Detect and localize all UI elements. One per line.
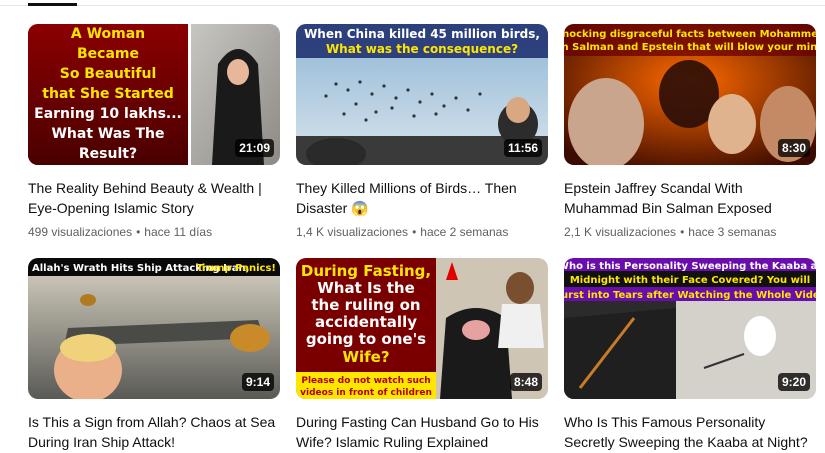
thumb-text-line: So Beautiful <box>60 66 157 82</box>
video-grid-page: A Woman Became So Beautiful that She Sta… <box>0 0 825 453</box>
meta-separator: • <box>680 225 685 239</box>
video-card[interactable]: A Woman Became So Beautiful that She Sta… <box>28 24 280 240</box>
duration-badge: 9:14 <box>241 373 274 391</box>
upload-age: hace 2 semanas <box>420 225 509 239</box>
thumb-text-line: When China killed 45 million birds, <box>304 27 540 41</box>
thumb-text-line: Result? <box>79 146 137 162</box>
thumb-text-line: What was the consequence? <box>326 42 518 56</box>
video-thumbnail[interactable]: During Fasting, What Is the the ruling o… <box>296 258 548 399</box>
video-metadata: 499 visualizaciones • hace 11 días <box>28 224 280 240</box>
video-title[interactable]: During Fasting Can Husband Go to His Wif… <box>296 412 548 452</box>
view-count: 499 visualizaciones <box>28 225 133 239</box>
thumb-text-line: Wife? <box>342 348 389 366</box>
video-title[interactable]: They Killed Millions of Birds… Then Disa… <box>296 178 548 218</box>
video-title[interactable]: Who Is This Famous Personality Secretly … <box>564 412 816 452</box>
duration-badge: 21:09 <box>235 139 274 157</box>
thumb-text-line: Burst into Tears after Watching the Whol… <box>564 290 816 301</box>
duration-badge: 11:56 <box>503 139 542 157</box>
video-card[interactable]: When China killed 45 million birds, What… <box>296 24 548 240</box>
video-title[interactable]: Epstein Jaffrey Scandal With Muhammad Bi… <box>564 178 816 218</box>
active-tab-indicator <box>28 3 77 6</box>
thumb-text-line: accidentally <box>315 313 417 331</box>
view-count: 1,4 K visualizaciones <box>296 225 409 239</box>
duration-badge: 8:30 <box>777 139 810 157</box>
thumb-text-line: Trump Panics! <box>196 263 276 274</box>
video-metadata: 1,4 K visualizaciones • hace 2 semanas <box>296 224 548 240</box>
thumb-text-line: A Woman <box>71 26 145 42</box>
meta-separator: • <box>136 225 141 239</box>
video-card[interactable]: Shocking disgraceful facts between Moham… <box>564 24 816 240</box>
meta-separator: • <box>412 225 417 239</box>
video-thumbnail[interactable]: Allah's Wrath Hits Ship Attacking Iran, … <box>28 258 280 399</box>
thumb-text-line: Became <box>77 46 139 62</box>
video-metadata: 2,1 K visualizaciones • hace 3 semanas <box>564 224 816 240</box>
thumb-text-line: Shocking disgraceful facts between Moham… <box>564 29 816 40</box>
video-thumbnail[interactable]: A Woman Became So Beautiful that She Sta… <box>28 24 280 165</box>
video-thumbnail[interactable]: Shocking disgraceful facts between Moham… <box>564 24 816 165</box>
thumb-text-line: What Was The <box>51 126 164 142</box>
thumb-text-line: the ruling on <box>311 296 420 314</box>
video-card[interactable]: During Fasting, What Is the the ruling o… <box>296 258 548 452</box>
video-title[interactable]: Is This a Sign from Allah? Chaos at Sea … <box>28 412 280 452</box>
video-card[interactable]: Who is this Personality Sweeping the Kaa… <box>564 258 816 452</box>
thumb-text-line: bin Salman and Epstein that will blow yo… <box>564 42 816 53</box>
duration-badge: 8:48 <box>509 373 542 391</box>
tab-bar-divider <box>0 0 825 6</box>
thumb-text-line: Midnight with their Face Covered? You wi… <box>570 275 810 286</box>
thumb-text-line: Earning 10 lakhs... <box>34 106 182 122</box>
upload-age: hace 11 días <box>144 225 213 239</box>
video-card[interactable]: Allah's Wrath Hits Ship Attacking Iran, … <box>28 258 280 452</box>
thumb-text-line: Who is this Personality Sweeping the Kaa… <box>564 261 816 272</box>
video-thumbnail[interactable]: Who is this Personality Sweeping the Kaa… <box>564 258 816 399</box>
thumb-text-line: going to one's <box>306 330 426 348</box>
video-thumbnail[interactable]: When China killed 45 million birds, What… <box>296 24 548 165</box>
video-grid: A Woman Became So Beautiful that She Sta… <box>28 24 816 452</box>
view-count: 2,1 K visualizaciones <box>564 225 677 239</box>
thumb-text-line: During Fasting, <box>301 262 431 280</box>
duration-badge: 9:20 <box>777 373 810 391</box>
thumb-text-line: Please do not watch such <box>301 376 430 386</box>
thumb-text-line: What Is the <box>317 279 415 297</box>
thumb-text-line: videos in front of children <box>300 388 432 398</box>
video-title[interactable]: The Reality Behind Beauty & Wealth | Eye… <box>28 178 280 218</box>
thumb-text-line: that She Started <box>42 86 173 102</box>
upload-age: hace 3 semanas <box>688 225 777 239</box>
